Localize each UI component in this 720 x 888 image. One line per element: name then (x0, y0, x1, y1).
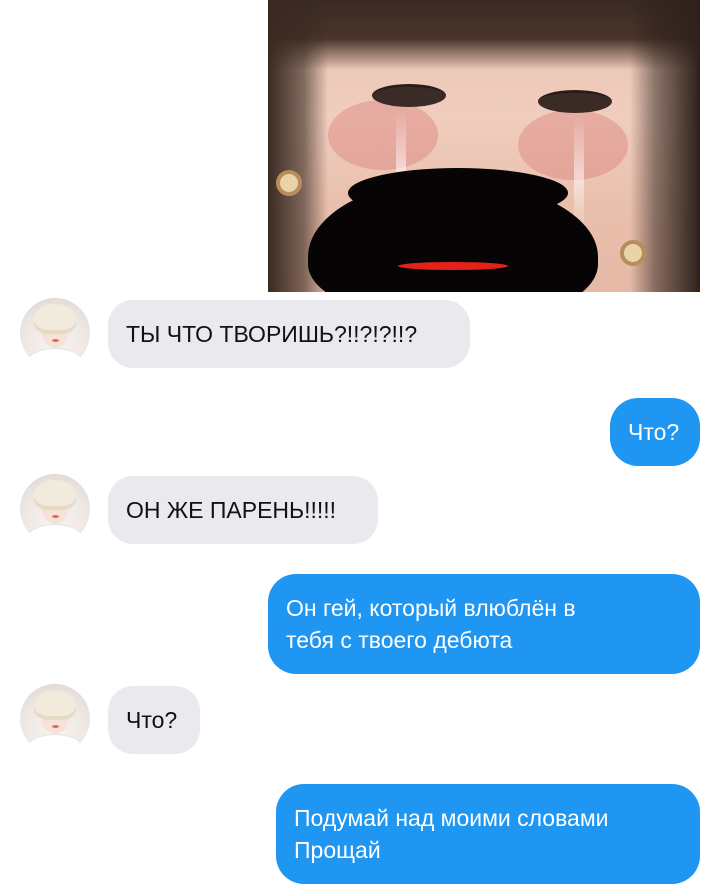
earring (276, 170, 302, 196)
message-text: Что? (126, 707, 178, 733)
message-bubble-outgoing[interactable]: Подумай над моими словами Прощай (276, 784, 700, 884)
message-text: Подумай над моими словами Прощай (294, 805, 609, 863)
contact-avatar[interactable] (20, 474, 90, 544)
message-text: Он гей, который влюблён в тебя с твоего … (286, 595, 576, 653)
message-text: ОН ЖЕ ПАРЕНЬ!!!!! (126, 497, 337, 523)
message-bubble-outgoing[interactable]: Что? (610, 398, 700, 466)
photo-eye-left (372, 84, 446, 107)
message-text: Что? (628, 419, 680, 445)
message-bubble-incoming[interactable]: Что? (108, 686, 200, 754)
contact-avatar[interactable] (20, 684, 90, 754)
earring (620, 240, 646, 266)
message-bubble-incoming[interactable]: ОН ЖЕ ПАРЕНЬ!!!!! (108, 476, 378, 544)
photo-eye-right (538, 90, 612, 113)
message-bubble-incoming[interactable]: ТЫ ЧТО ТВОРИШЬ?!!?!?!!? (108, 300, 470, 368)
sent-photo[interactable] (268, 0, 700, 292)
contact-avatar[interactable] (20, 298, 90, 368)
message-bubble-outgoing[interactable]: Он гей, который влюблён в тебя с твоего … (268, 574, 700, 674)
message-text: ТЫ ЧТО ТВОРИШЬ?!!?!?!!? (126, 321, 418, 347)
